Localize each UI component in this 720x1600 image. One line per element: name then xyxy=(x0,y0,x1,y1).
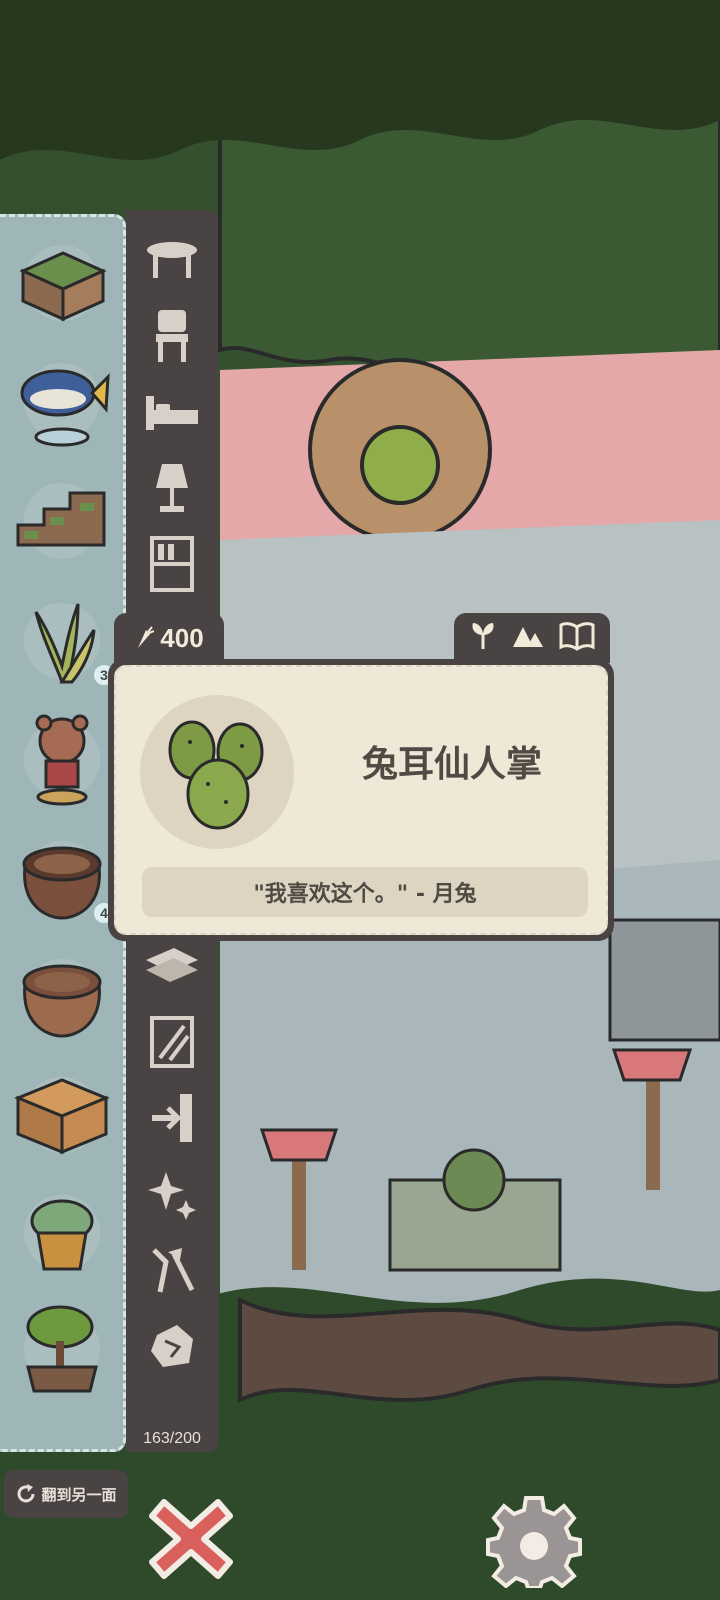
flip-side-button[interactable]: 翻到另一面 xyxy=(4,1470,128,1518)
clay-pot-icon xyxy=(22,964,102,1038)
wallpaper-icon[interactable] xyxy=(142,1012,202,1072)
shelf-icon[interactable] xyxy=(142,534,202,594)
sparkle-icon[interactable] xyxy=(142,1164,202,1224)
inventory-item-snake-plant[interactable]: 3 xyxy=(10,589,116,693)
table-icon[interactable] xyxy=(142,230,202,290)
tuna-statue-icon xyxy=(20,369,110,447)
nightstand-icon xyxy=(14,1078,110,1155)
stair-cabinet-icon xyxy=(16,491,106,547)
inventory-item-succulent-pot[interactable] xyxy=(10,1181,114,1285)
item-name: 兔耳仙人掌 xyxy=(361,744,542,785)
inventory-item-wooden-nightstand[interactable] xyxy=(10,1063,114,1167)
bear-figurine-icon xyxy=(35,714,89,806)
inventory-capacity: 163/200 xyxy=(143,1430,201,1447)
book-icon[interactable] xyxy=(559,621,595,655)
inventory-item-clay-pot-dark[interactable]: 4 xyxy=(10,827,116,931)
flip-side-label: 翻到另一面 xyxy=(41,1486,117,1504)
inventory-item-bonsai-tree[interactable] xyxy=(10,1297,114,1401)
inventory-item-green-chest[interactable] xyxy=(10,231,114,335)
item-info-card-body: 兔耳仙人掌 "我喜欢这个。" - 月兔 xyxy=(114,665,608,935)
plant-icon[interactable] xyxy=(469,621,497,655)
chair-icon[interactable] xyxy=(142,306,202,366)
carrot-icon xyxy=(138,626,155,648)
door-icon[interactable] xyxy=(142,1088,202,1148)
item-portrait xyxy=(140,695,294,849)
price-value: 400 xyxy=(160,622,204,653)
lamp-icon[interactable] xyxy=(142,458,202,518)
green-chest-icon xyxy=(19,251,107,322)
snake-plant-icon xyxy=(34,603,96,684)
item-quote: "我喜欢这个。" - 月兔 xyxy=(142,867,588,917)
rotate-icon xyxy=(18,1484,35,1503)
card-action-tabs xyxy=(454,613,610,663)
rock-icon[interactable] xyxy=(142,1316,202,1376)
bonsai-icon xyxy=(26,1305,98,1393)
tools-icon[interactable] xyxy=(142,1240,202,1300)
cactus-icon xyxy=(168,720,264,830)
succulent-icon xyxy=(30,1199,94,1271)
item-info-card: 兔耳仙人掌 "我喜欢这个。" - 月兔 xyxy=(108,659,614,941)
inventory-item-clay-pot[interactable] xyxy=(10,945,114,1049)
mountain-icon[interactable] xyxy=(511,623,545,653)
price-tag: 400 xyxy=(114,613,224,663)
bed-icon[interactable] xyxy=(142,382,202,442)
inventory-item-bear-figurine[interactable] xyxy=(10,707,114,811)
settings-gear-icon[interactable] xyxy=(486,1492,582,1588)
inventory-item-stair-cabinet[interactable] xyxy=(10,469,114,573)
inventory-item-tuna-statue[interactable] xyxy=(10,349,114,453)
close-button[interactable] xyxy=(146,1494,236,1584)
floor-icon[interactable] xyxy=(142,936,202,996)
